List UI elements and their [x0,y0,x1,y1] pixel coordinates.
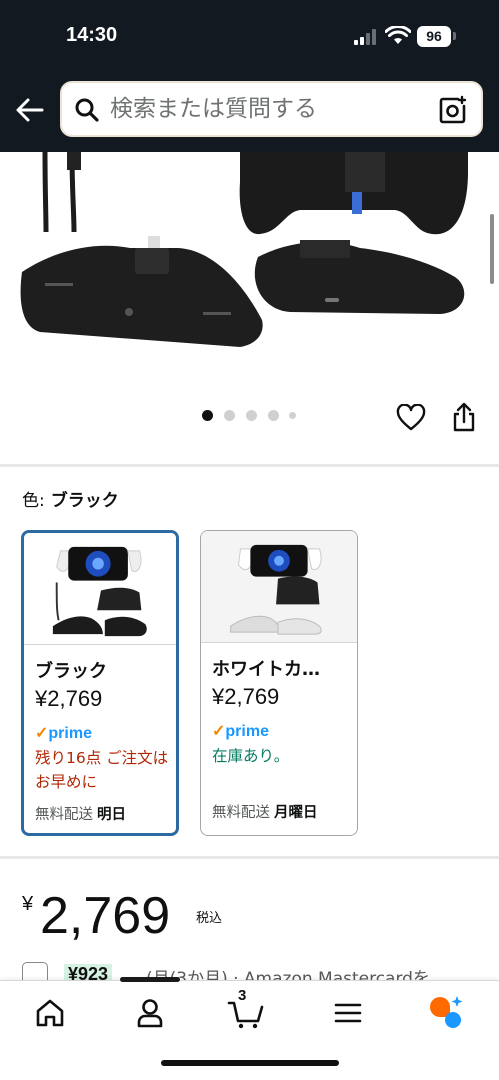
tax-label: 税込 [196,911,223,926]
promo-checkbox[interactable] [22,962,48,980]
color-label: 色: ブラック [22,486,119,511]
home-indicator [161,1060,339,1066]
prime-badge: ✓prime [212,721,269,741]
gallery-dot[interactable] [268,410,279,421]
swatch-white[interactable]: ホワイトカ… ¥2,769 ✓prime 在庫あり。 無料配送 月曜日 [200,530,358,836]
camera-search-icon[interactable] [438,95,468,125]
promo-text: (月(3か月) · Amazon Mastercardを [146,969,430,980]
section-divider [0,856,499,859]
swatch-price: ¥2,769 [212,684,280,709]
search-box[interactable] [60,81,483,137]
battery-icon: 96 [417,26,451,47]
gallery-dot[interactable] [224,410,235,421]
header [0,75,499,152]
section-divider [0,464,499,467]
cellular-signal-icon [354,29,376,45]
cart-count: 3 [238,987,247,1004]
product-image [20,152,468,347]
rufus-assistant-icon[interactable] [426,993,466,1033]
search-input[interactable] [110,83,430,135]
back-arrow-icon[interactable] [14,95,46,125]
swatch-price: ¥2,769 [35,686,103,711]
stock-status: 在庫あり。 [212,747,290,765]
swatch-name: ホワイトカ… [212,659,320,680]
prime-label: prime [225,723,269,740]
swatch-image-white [201,531,357,643]
prime-label: prime [48,725,92,742]
swatch-black[interactable]: ブラック ¥2,769 ✓prime 残り16点 ご注文はお早めに 無料配送 明日 [21,530,179,836]
status-time: 14:30 [66,24,118,46]
status-bar: 14:30 96 [0,0,499,75]
product-image-gallery[interactable] [0,152,499,464]
swatch-image-black [24,533,176,645]
shipping-info: 無料配送 明日 [35,803,126,824]
shipping-label: 無料配送 [35,807,93,823]
search-icon [75,98,99,122]
shipping-label: 無料配送 [212,805,270,821]
color-value: ブラック [50,491,119,511]
promo-row[interactable]: ¥923 (月(3か月) · Amazon Mastercardを [22,960,482,980]
color-label-prefix: 色: [22,491,45,511]
home-icon[interactable] [30,993,70,1033]
prime-check-icon: ✓ [35,725,49,742]
shipping-info: 無料配送 月曜日 [212,801,318,822]
promo-badge: ¥923 [64,964,113,980]
share-icon[interactable] [452,402,476,432]
gallery-dot[interactable] [289,412,296,419]
swatch-name: ブラック [35,661,107,682]
gallery-dot[interactable] [246,410,257,421]
heart-icon[interactable] [396,404,426,432]
battery-cap [453,32,456,40]
price-currency: ¥ [22,893,34,915]
account-icon[interactable] [130,993,170,1033]
menu-icon[interactable] [328,993,368,1033]
cart-tab[interactable]: 3 [226,987,266,1033]
scroll-indicator [490,214,494,284]
drag-handle[interactable] [120,977,180,982]
shipping-day: 月曜日 [274,805,318,821]
wifi-icon [385,26,411,44]
price-amount: 2,769 [40,887,171,945]
prime-check-icon: ✓ [212,723,226,740]
stock-status: 残り16点 ご注文はお早めに [35,749,169,791]
gallery-dot[interactable] [202,410,213,421]
shipping-day: 明日 [97,807,126,823]
prime-badge: ✓prime [35,723,92,743]
